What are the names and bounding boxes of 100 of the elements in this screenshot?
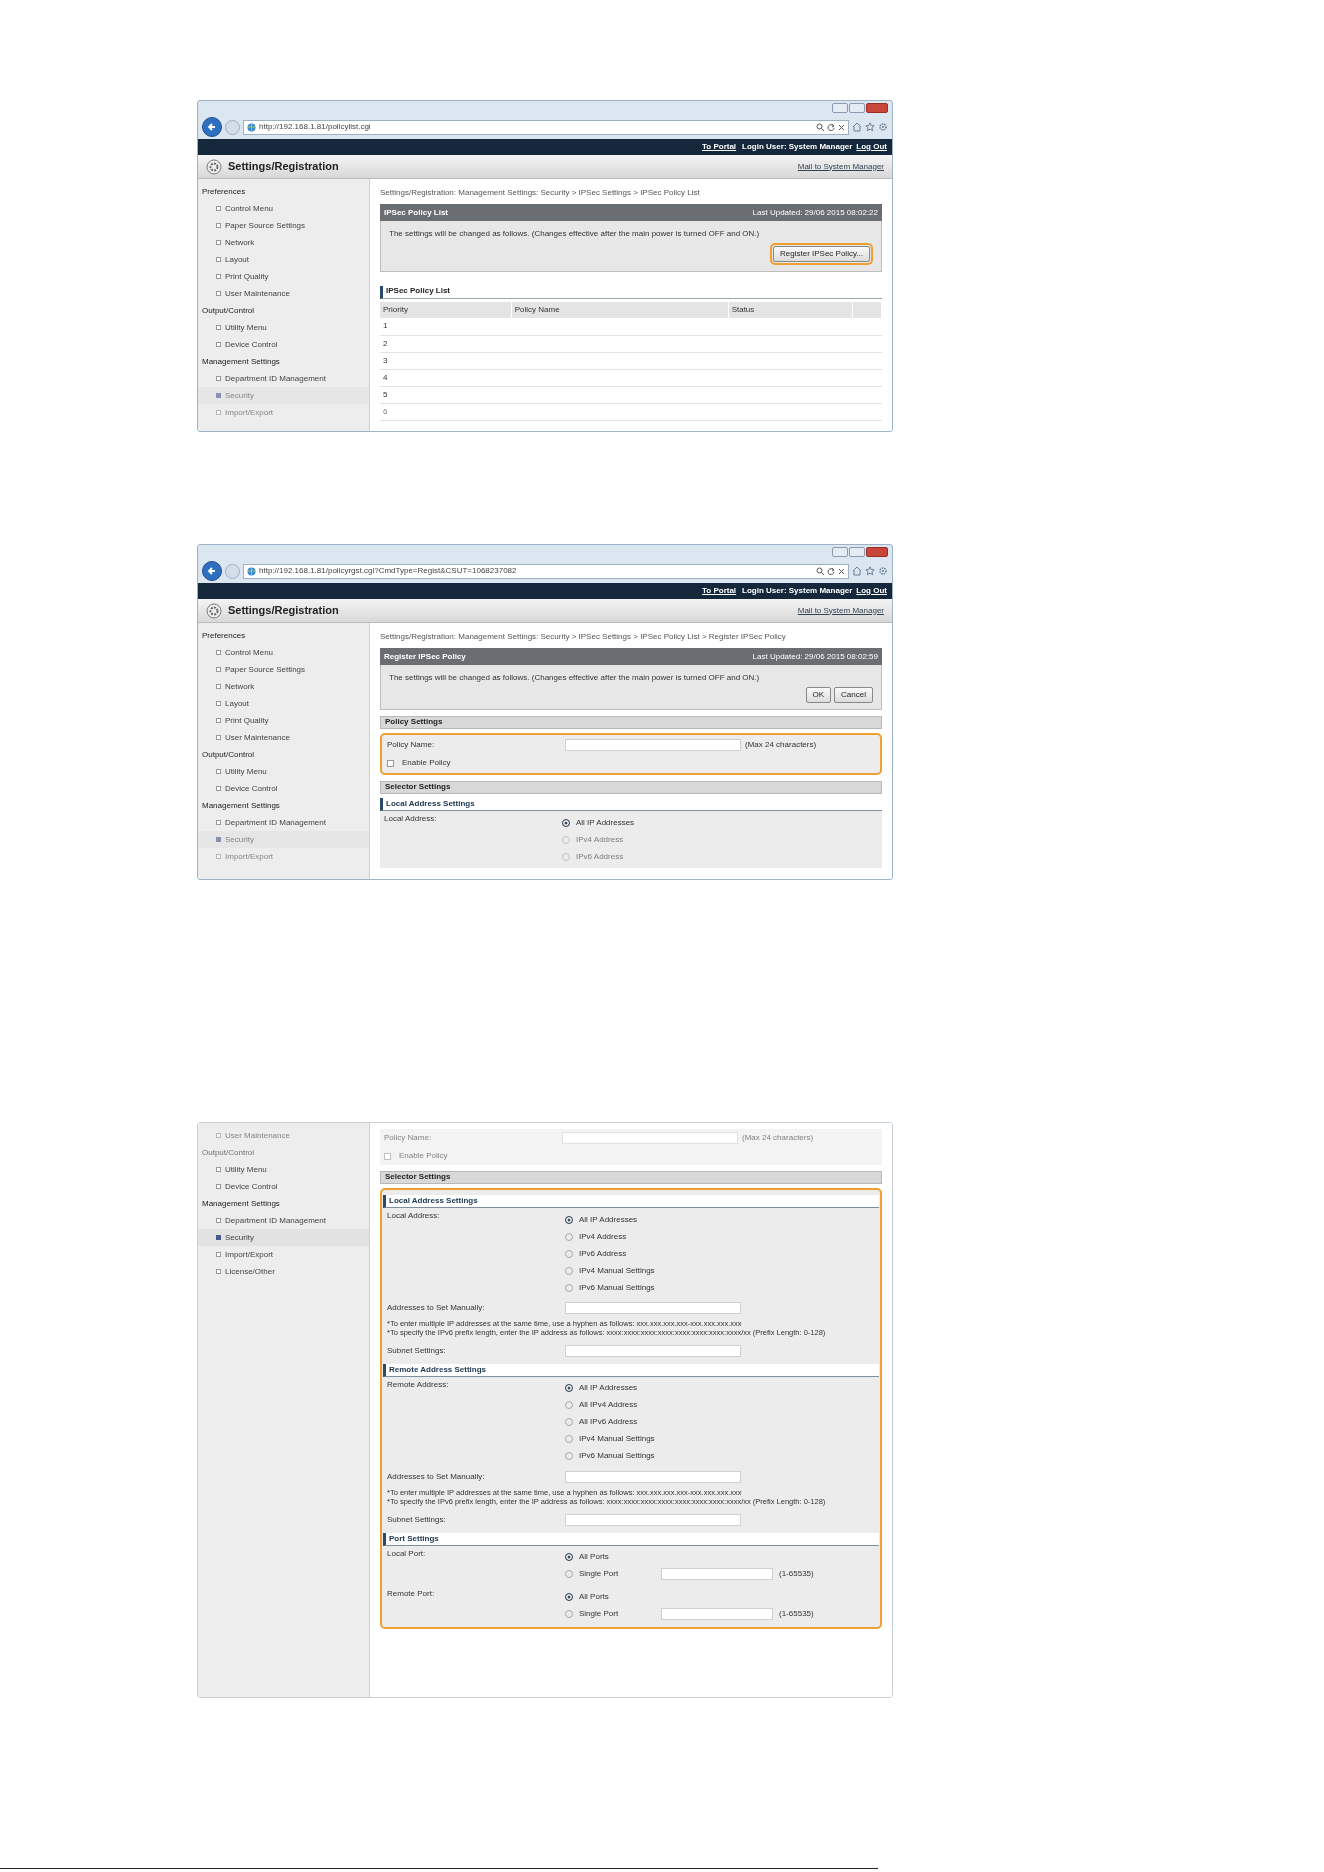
- sidebar-item[interactable]: Print Quality: [198, 268, 369, 285]
- text-field[interactable]: [661, 1608, 773, 1620]
- action-button[interactable]: OK: [805, 687, 832, 703]
- text-field[interactable]: [565, 1344, 741, 1357]
- radio-button[interactable]: [565, 1215, 573, 1224]
- field-label: Local Port:: [387, 1548, 427, 1559]
- close-button[interactable]: [866, 103, 888, 113]
- text-field[interactable]: [565, 739, 741, 751]
- search-icon[interactable]: [816, 567, 824, 575]
- forward-button[interactable]: [225, 563, 240, 579]
- radio-label: IPv4 Address: [576, 834, 624, 845]
- minimize-button[interactable]: [832, 547, 848, 557]
- star-icon[interactable]: [865, 566, 875, 576]
- radio-button[interactable]: [565, 1553, 573, 1561]
- bullet-icon: [216, 684, 221, 689]
- bullet-icon: [216, 376, 221, 381]
- field-label: Subnet Settings:: [387, 1345, 447, 1356]
- sidebar-item[interactable]: Print Quality: [198, 712, 369, 729]
- radio-label: All IPv4 Address: [579, 1400, 638, 1411]
- back-button[interactable]: [202, 561, 222, 581]
- log-out-link[interactable]: Log Out: [856, 586, 887, 596]
- to-portal-link[interactable]: To Portal: [702, 142, 737, 152]
- bullet-icon: [216, 1133, 221, 1138]
- url-text: http://192.168.1.81/policyrgst.cgi?CmdType=Regist&CSUT=1068237082: [259, 566, 518, 576]
- sidebar-item[interactable]: Layout: [198, 251, 369, 268]
- action-button[interactable]: Cancel: [834, 687, 873, 703]
- sidebar-item[interactable]: Department ID Management: [198, 1212, 369, 1229]
- maximize-button[interactable]: [849, 103, 865, 113]
- settings-icon[interactable]: [878, 566, 888, 576]
- sidebar-item[interactable]: Utility Menu: [198, 1161, 369, 1178]
- sidebar-item[interactable]: Paper Source Settings: [198, 661, 369, 678]
- radio-button[interactable]: [562, 818, 570, 827]
- sidebar-item[interactable]: Utility Menu: [198, 319, 369, 336]
- refresh-icon[interactable]: [827, 567, 835, 575]
- sidebar-heading: Management Settings: [201, 800, 281, 812]
- radio-label: IPv4 Manual Settings: [579, 1265, 655, 1276]
- sidebar-item[interactable]: License/Other: [198, 1263, 369, 1280]
- checkbox[interactable]: [387, 759, 394, 767]
- checkbox-label: Enable Policy: [402, 758, 451, 768]
- table-cell: 5: [380, 386, 512, 403]
- to-portal-link[interactable]: To Portal: [702, 586, 737, 596]
- bullet-icon: [216, 650, 221, 655]
- column-header: Policy Name: [511, 302, 729, 318]
- search-icon[interactable]: [816, 123, 824, 131]
- subsection-heading: Local Address Settings: [383, 1195, 879, 1208]
- back-arrow-icon: [207, 566, 217, 576]
- sidebar-heading: Output/Control: [201, 1147, 256, 1159]
- bullet-icon: [216, 223, 221, 228]
- action-button[interactable]: Register IPSec Policy...: [773, 246, 870, 262]
- settings-icon[interactable]: [878, 122, 888, 132]
- field-label: Remote Address:: [387, 1379, 450, 1390]
- address-bar[interactable]: http://192.168.1.81/policyrgst.cgi?CmdType=Regist&CSUT=1068237082: [243, 563, 849, 579]
- sidebar-item[interactable]: User Maintenance: [198, 729, 369, 746]
- address-bar[interactable]: http://192.168.1.81/policylist.cgi: [243, 119, 849, 135]
- sidebar-item[interactable]: Device Control: [198, 336, 369, 353]
- close-icon[interactable]: [838, 567, 845, 575]
- mail-link[interactable]: Mail to System Manager: [797, 605, 884, 616]
- sidebar-item[interactable]: Utility Menu: [198, 763, 369, 780]
- sidebar-item[interactable]: Import/Export: [198, 1246, 369, 1263]
- text-field[interactable]: [562, 1132, 738, 1144]
- sidebar-item[interactable]: Paper Source Settings: [198, 217, 369, 234]
- panel-title: Register IPSec Policy: [384, 651, 466, 662]
- text-field[interactable]: [565, 1302, 741, 1314]
- table-cell: 1: [380, 318, 512, 335]
- sidebar-item[interactable]: Department ID Management: [198, 814, 369, 831]
- field-label: Addresses to Set Manually:: [387, 1303, 486, 1313]
- log-out-link[interactable]: Log Out: [856, 142, 887, 152]
- bullet-icon: [216, 667, 221, 672]
- back-button[interactable]: [202, 117, 222, 137]
- sidebar-item[interactable]: Network: [198, 234, 369, 251]
- sidebar-item[interactable]: User Maintenance: [198, 285, 369, 302]
- text-field[interactable]: [661, 1568, 773, 1580]
- bullet-icon: [216, 1269, 221, 1274]
- bullet-icon: [216, 701, 221, 706]
- close-button[interactable]: [866, 547, 888, 557]
- sidebar-item[interactable]: Layout: [198, 695, 369, 712]
- sidebar-item[interactable]: Security: [198, 1229, 369, 1246]
- text-field[interactable]: [565, 1470, 741, 1483]
- maximize-button[interactable]: [849, 547, 865, 557]
- sidebar-item[interactable]: Control Menu: [198, 200, 369, 217]
- refresh-icon[interactable]: [827, 123, 835, 131]
- text-field[interactable]: [565, 1513, 741, 1526]
- forward-button[interactable]: [225, 119, 240, 135]
- close-icon[interactable]: [838, 123, 845, 131]
- sidebar-item[interactable]: Network: [198, 678, 369, 695]
- sidebar-item[interactable]: Device Control: [198, 1178, 369, 1195]
- radio-button[interactable]: [565, 1593, 573, 1601]
- mail-link[interactable]: Mail to System Manager: [797, 161, 884, 172]
- star-icon[interactable]: [865, 122, 875, 132]
- sidebar-item[interactable]: Control Menu: [198, 644, 369, 661]
- radio-label: All IP Addresses: [579, 1383, 638, 1394]
- home-icon[interactable]: [852, 566, 862, 576]
- minimize-button[interactable]: [832, 103, 848, 113]
- sidebar-item[interactable]: Device Control: [198, 780, 369, 797]
- home-icon[interactable]: [852, 122, 862, 132]
- column-header-blank: [852, 302, 882, 318]
- sidebar-item[interactable]: Department ID Management: [198, 370, 369, 387]
- checkbox[interactable]: [384, 1152, 391, 1160]
- radio-label: Single Port: [579, 1609, 620, 1619]
- sidebar-heading: Output/Control: [201, 749, 256, 761]
